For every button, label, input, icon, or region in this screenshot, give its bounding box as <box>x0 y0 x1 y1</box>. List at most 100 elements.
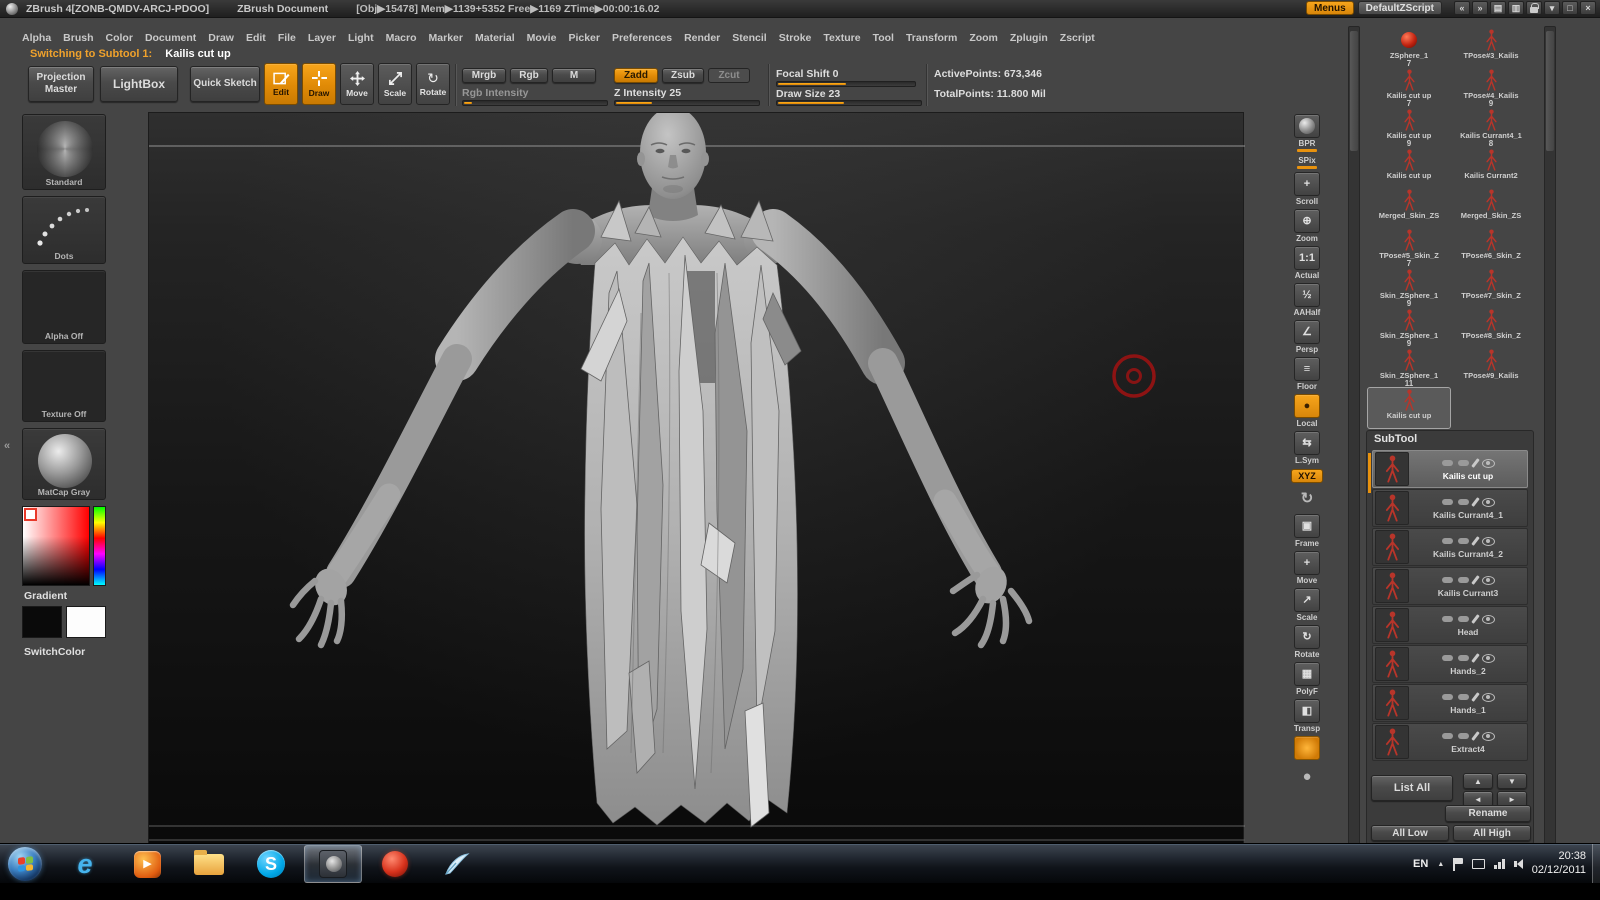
tool-thumbnail[interactable]: TPose#4_Kailis 9 <box>1450 68 1532 108</box>
tool-thumbnail[interactable]: TPose#6_Skin_Z <box>1450 228 1532 268</box>
polypaint-toggle-icon[interactable] <box>1442 655 1453 661</box>
mrgb-button[interactable]: Mrgb <box>462 68 506 83</box>
edit-pen-icon[interactable] <box>1471 575 1480 585</box>
menu-item[interactable]: Color <box>106 32 133 44</box>
tool-thumbnail[interactable]: Merged_Skin_ZS <box>1368 188 1450 228</box>
menu-item[interactable]: Brush <box>63 32 93 44</box>
subtool-item[interactable]: Extract4 <box>1372 723 1528 761</box>
view-control-button[interactable]: ↻ <box>1287 486 1327 511</box>
menu-item[interactable]: Stroke <box>779 32 812 44</box>
uv-toggle-icon[interactable] <box>1458 694 1469 700</box>
focal-shift-slider[interactable] <box>776 81 916 87</box>
view-control-button[interactable]: ⇆ L.Sym <box>1287 431 1327 465</box>
view-control-button[interactable]: BPR <box>1287 114 1327 152</box>
subtool-item[interactable]: Kailis Currant4_1 <box>1372 489 1528 527</box>
visibility-eye-icon[interactable] <box>1482 615 1495 624</box>
tool-thumbnail[interactable]: Kailis cut up <box>1368 148 1450 188</box>
taskbar-sphere-app-button[interactable] <box>366 845 424 883</box>
menu-item[interactable]: Alpha <box>22 32 51 44</box>
visibility-eye-icon[interactable] <box>1482 498 1495 507</box>
subtool-item[interactable]: Head <box>1372 606 1528 644</box>
taskbar-ie-button[interactable]: e <box>56 845 114 883</box>
uv-toggle-icon[interactable] <box>1458 460 1469 466</box>
view-control-button[interactable]: ⊕ Zoom <box>1287 209 1327 243</box>
show-desktop-button[interactable] <box>1592 844 1600 884</box>
view-control-button[interactable]: ↻ Rotate <box>1287 625 1327 659</box>
polypaint-toggle-icon[interactable] <box>1442 460 1453 466</box>
window-control-button[interactable]: « <box>1454 1 1470 15</box>
menu-item[interactable]: Preferences <box>612 32 672 44</box>
uv-toggle-icon[interactable] <box>1458 655 1469 661</box>
tool-thumbnail[interactable]: TPose#7_Skin_Z <box>1450 268 1532 308</box>
polypaint-toggle-icon[interactable] <box>1442 538 1453 544</box>
shelf-divider-arrow[interactable]: « <box>4 440 10 452</box>
tool-thumbnail[interactable]: Kailis Currant2 <box>1450 148 1532 188</box>
visibility-eye-icon[interactable] <box>1482 693 1495 702</box>
zadd-button[interactable]: Zadd <box>614 68 658 83</box>
tool-thumbnail[interactable]: Kailis cut up 7 <box>1368 68 1450 108</box>
hidden-icons-chevron[interactable]: ▲ <box>1437 861 1444 868</box>
menu-item[interactable]: Zscript <box>1060 32 1095 44</box>
view-control-button[interactable]: + Scroll <box>1287 172 1327 206</box>
view-control-button[interactable]: ● Local <box>1287 394 1327 428</box>
scale-button[interactable]: Scale <box>378 63 412 105</box>
all-low-button[interactable]: All Low <box>1371 825 1449 841</box>
tool-thumbnail[interactable]: TPose#3_Kailis <box>1450 28 1532 68</box>
edit-pen-icon[interactable] <box>1471 692 1480 702</box>
volume-icon[interactable] <box>1514 859 1523 869</box>
menus-button[interactable]: Menus <box>1306 1 1354 15</box>
menu-item[interactable]: Render <box>684 32 720 44</box>
taskbar-skype-button[interactable]: S <box>242 845 300 883</box>
menu-item[interactable]: Layer <box>308 32 336 44</box>
tray-scrollbar-left[interactable] <box>1348 26 1360 845</box>
edit-button[interactable]: Edit <box>264 63 298 105</box>
visibility-eye-icon[interactable] <box>1482 654 1495 663</box>
window-control-button[interactable]: ▥ <box>1508 1 1524 15</box>
draw-button[interactable]: Draw <box>302 63 336 105</box>
subtool-arrow-button[interactable]: ▲ <box>1463 773 1493 789</box>
tool-thumbnail[interactable]: Kailis Currant4_1 8 <box>1450 108 1532 148</box>
hue-strip[interactable] <box>93 506 106 586</box>
menu-item[interactable]: Picker <box>568 32 600 44</box>
sculpt-canvas[interactable] <box>148 112 1244 845</box>
uv-toggle-icon[interactable] <box>1458 616 1469 622</box>
m-button[interactable]: M <box>552 68 596 83</box>
uv-toggle-icon[interactable] <box>1458 499 1469 505</box>
tray-scrollbar-right[interactable] <box>1544 26 1556 845</box>
current-brush-thumbnail[interactable]: Standard <box>22 114 106 190</box>
visibility-eye-icon[interactable] <box>1482 459 1495 468</box>
main-color-swatch[interactable] <box>22 606 62 638</box>
action-center-flag-icon[interactable] <box>1453 858 1463 871</box>
view-control-button[interactable]: + Move <box>1287 551 1327 585</box>
edit-pen-icon[interactable] <box>1471 653 1480 663</box>
current-stroke-thumbnail[interactable]: Dots <box>22 196 106 264</box>
view-control-button[interactable]: XYZ <box>1287 468 1327 483</box>
polypaint-toggle-icon[interactable] <box>1442 499 1453 505</box>
rotate-button[interactable]: ↻ Rotate <box>416 63 450 105</box>
tool-thumbnail[interactable]: TPose#8_Skin_Z <box>1450 308 1532 348</box>
polypaint-toggle-icon[interactable] <box>1442 733 1453 739</box>
taskbar-quill-app-button[interactable] <box>428 845 486 883</box>
view-control-button[interactable]: ▦ PolyF <box>1287 662 1327 696</box>
menu-item[interactable]: Draw <box>208 32 234 44</box>
lightbox-button[interactable]: LightBox <box>100 66 178 102</box>
zsub-button[interactable]: Zsub <box>662 68 704 83</box>
tool-thumbnail[interactable]: Skin_ZSphere_1 9 <box>1368 268 1450 308</box>
view-control-button[interactable]: SPix <box>1287 155 1327 169</box>
view-control-button[interactable]: ½ AAHalf <box>1287 283 1327 317</box>
menu-item[interactable]: Material <box>475 32 515 44</box>
rename-button[interactable]: Rename <box>1445 805 1531 822</box>
edit-pen-icon[interactable] <box>1471 497 1480 507</box>
list-all-button[interactable]: List All <box>1371 775 1453 801</box>
menu-item[interactable]: Edit <box>246 32 266 44</box>
view-control-button[interactable]: 1:1 Actual <box>1287 246 1327 280</box>
menu-item[interactable]: Marker <box>429 32 463 44</box>
visibility-eye-icon[interactable] <box>1482 576 1495 585</box>
menu-item[interactable]: Document <box>145 32 196 44</box>
visibility-eye-icon[interactable] <box>1482 732 1495 741</box>
menu-item[interactable]: Zplugin <box>1010 32 1048 44</box>
polypaint-toggle-icon[interactable] <box>1442 694 1453 700</box>
uv-toggle-icon[interactable] <box>1458 538 1469 544</box>
edit-pen-icon[interactable] <box>1471 614 1480 624</box>
subtool-item[interactable]: Hands_1 <box>1372 684 1528 722</box>
